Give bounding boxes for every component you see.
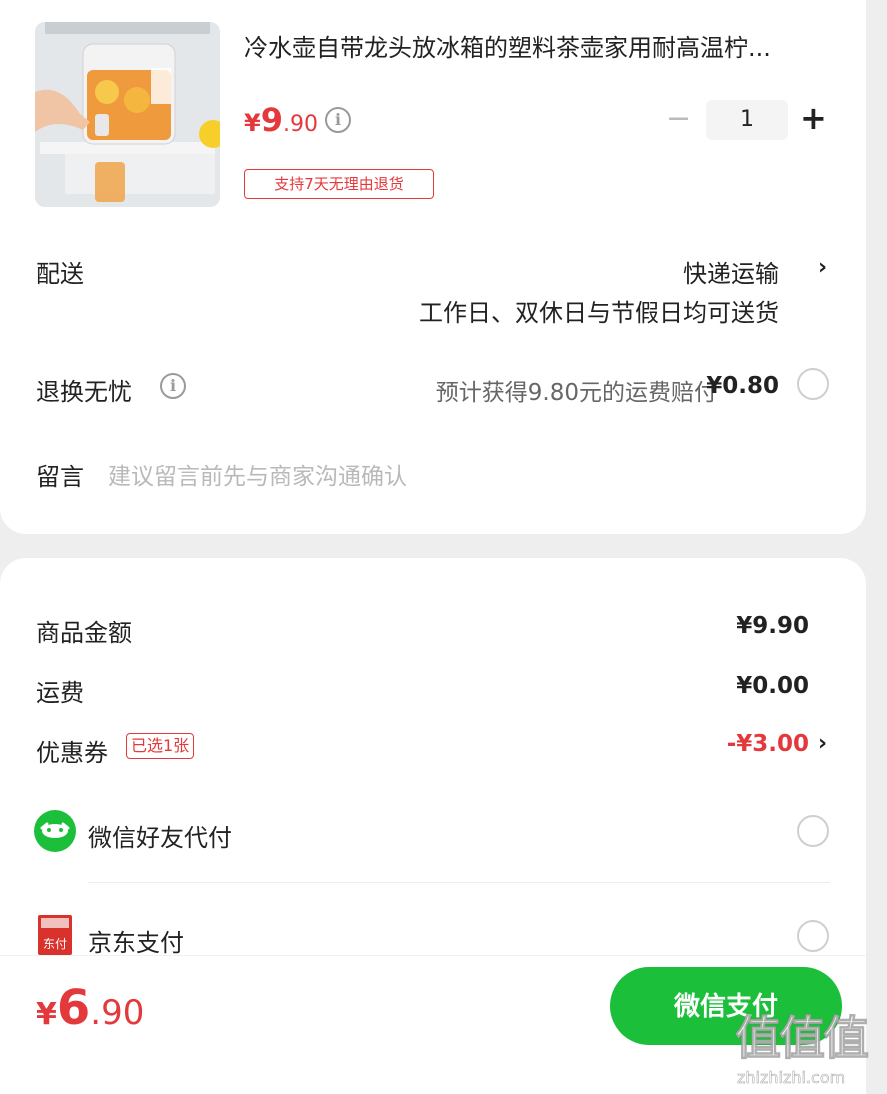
quantity-input[interactable]: 1: [706, 100, 788, 140]
jd-pay-icon: 东付: [38, 915, 72, 955]
message-input[interactable]: 建议留言前先与商家沟通确认: [108, 457, 407, 491]
message-label: 留言: [36, 463, 84, 491]
wechat-friend-pay-label[interactable]: 微信好友代付: [88, 818, 232, 853]
return-policy-badge: 支持7天无理由退货: [244, 169, 434, 199]
total-symbol: ¥: [36, 997, 57, 1032]
jd-pay-label[interactable]: 京东支付: [88, 923, 184, 958]
watermark-logo: 值值值: [735, 1011, 870, 1065]
return-worry-price: ¥0.80: [706, 373, 779, 399]
total-price: ¥6.90: [36, 980, 144, 1036]
product-image: [35, 22, 220, 207]
delivery-method[interactable]: 快递运输: [683, 254, 779, 289]
product-thumbnail[interactable]: [35, 22, 220, 207]
wechat-friend-pay-icon: [34, 810, 76, 852]
watermark-url: zhizhizhi.com: [737, 1068, 846, 1088]
price-decimal: .90: [282, 112, 318, 137]
return-worry-label: 退换无忧: [36, 378, 132, 406]
jd-pay-icon-text: 东付: [43, 937, 67, 951]
delivery-label: 配送: [36, 260, 84, 288]
price-symbol: ¥: [244, 109, 261, 137]
payment-divider: [88, 882, 830, 883]
delivery-chevron-right-icon[interactable]: ›: [818, 255, 827, 280]
wechat-friend-pay-radio[interactable]: [797, 815, 829, 847]
coupon-value[interactable]: -¥3.00: [727, 731, 809, 757]
total-decimal: .90: [90, 993, 145, 1033]
coupon-chevron-right-icon[interactable]: ›: [818, 731, 827, 756]
product-title[interactable]: 冷水壶自带龙头放冰箱的塑料茶壶家用耐高温柠...: [244, 28, 824, 63]
quantity-decrease-button[interactable]: −: [666, 104, 691, 134]
return-worry-desc: 预计获得9.80元的运费赔付: [435, 380, 717, 406]
shipping-value: ¥0.00: [736, 673, 809, 699]
return-worry-radio[interactable]: [797, 368, 829, 400]
shipping-label: 运费: [36, 679, 84, 707]
return-info-icon[interactable]: i: [160, 373, 186, 399]
coupon-selected-tag: 已选1张: [126, 733, 195, 759]
delivery-note: 工作日、双休日与节假日均可送货: [419, 299, 779, 327]
price-integer: 9: [260, 101, 283, 139]
total-integer: 6: [56, 980, 91, 1036]
watermark: 值值值 zhizhizhi.com: [735, 1012, 883, 1094]
price-info-icon[interactable]: i: [325, 107, 351, 133]
goods-amount-label: 商品金额: [36, 619, 132, 647]
goods-amount-value: ¥9.90: [736, 613, 809, 639]
quantity-increase-button[interactable]: +: [800, 101, 827, 135]
product-price: ¥9.90: [244, 101, 318, 139]
coupon-label: 优惠券: [36, 739, 108, 767]
jd-pay-radio[interactable]: [797, 920, 829, 952]
